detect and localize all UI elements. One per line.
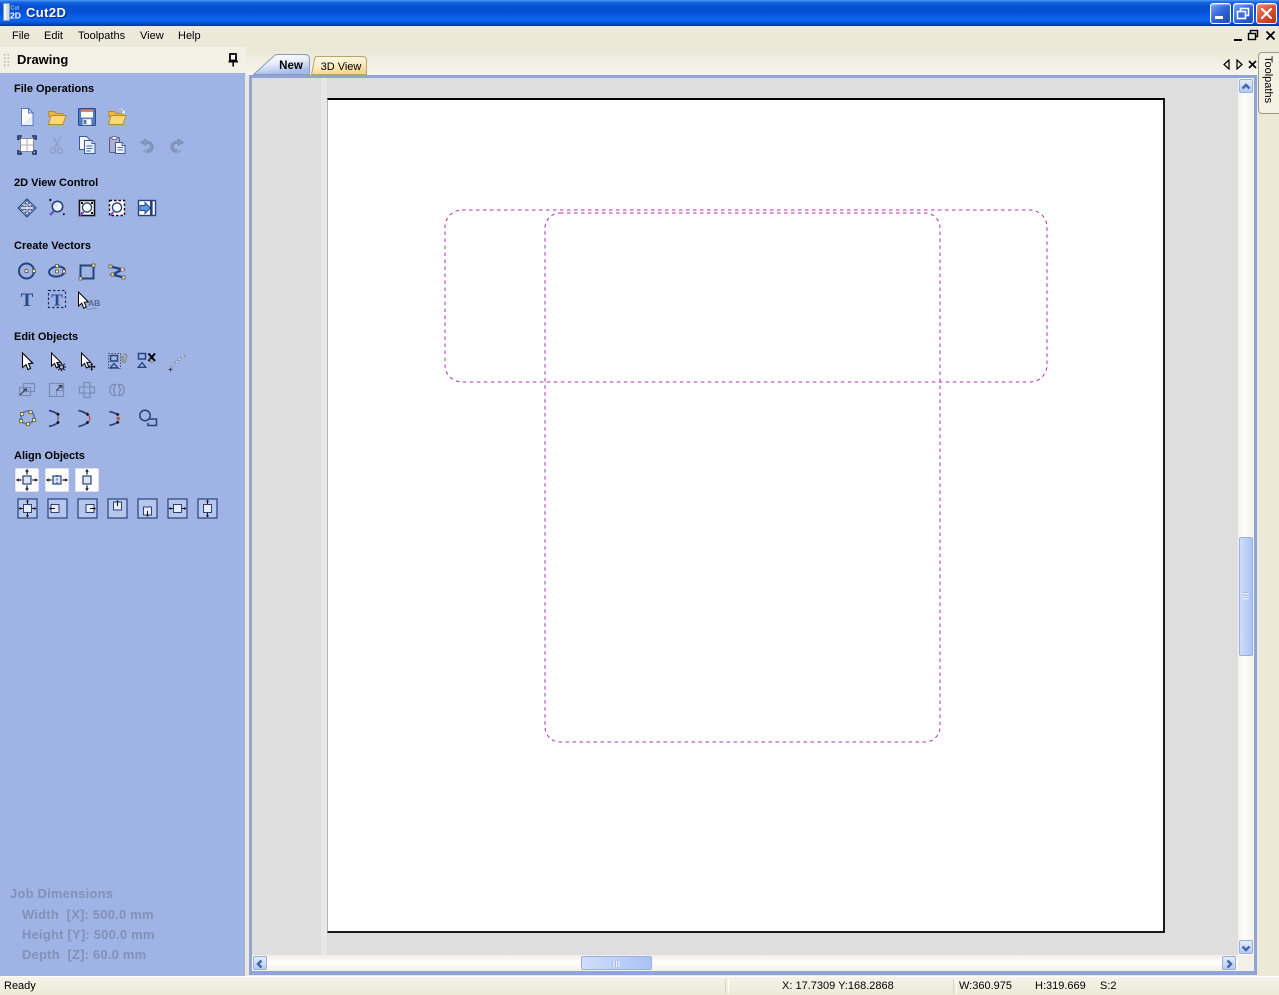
svg-text:T: T (51, 291, 63, 310)
svg-text:New: New (279, 60, 303, 72)
svg-text:3D View: 3D View (321, 61, 362, 73)
svg-text:2D: 2D (10, 11, 21, 21)
svg-text:T: T (21, 290, 34, 309)
